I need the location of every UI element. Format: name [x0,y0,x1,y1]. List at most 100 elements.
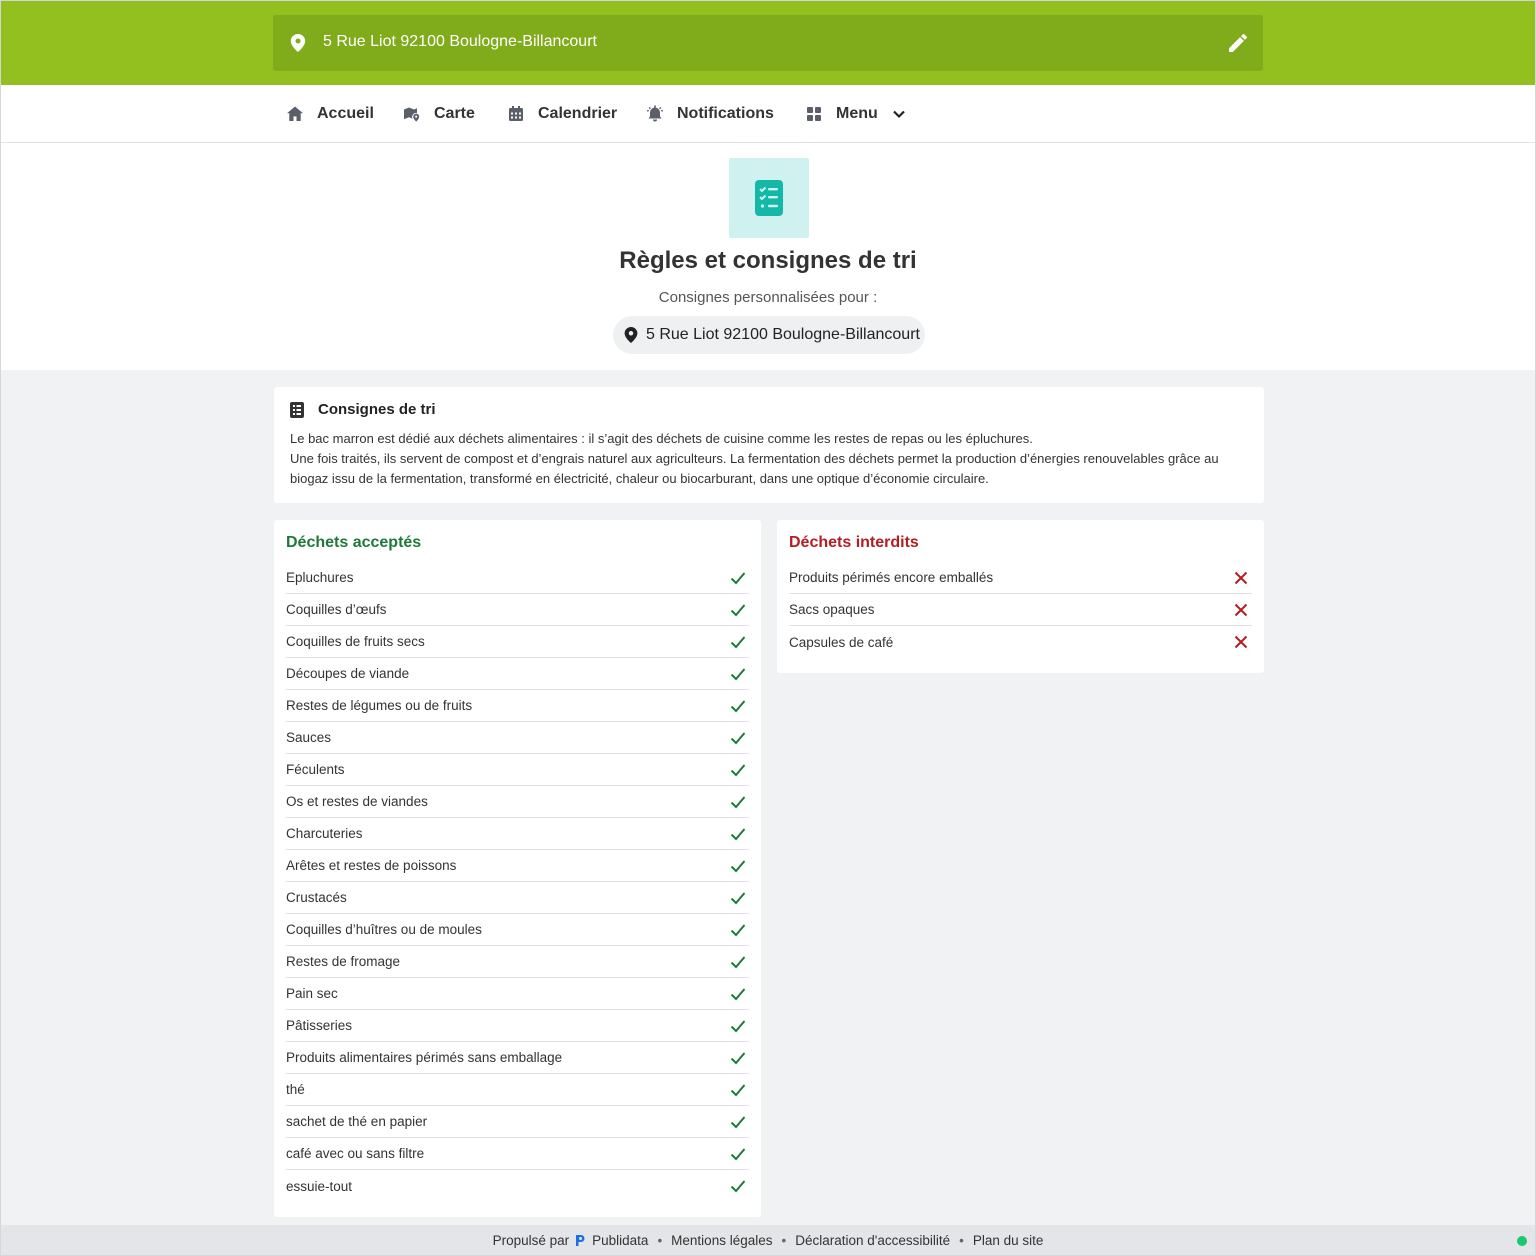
waste-item-label: Produits alimentaires périmés sans embal… [286,1050,563,1065]
nav-item-carte[interactable]: Carte [403,85,475,142]
checkmark-icon [730,827,746,840]
accepted-waste-item: Restes de fromage [286,946,749,978]
waste-item-label: Coquilles d’huîtres ou de moules [286,922,482,937]
accepted-waste-item: Coquilles d’huîtres ou de moules [286,914,749,946]
waste-item-label: Pâtisseries [286,1018,353,1033]
consignes-text: Le bac marron est dédié aux déchets alim… [290,429,1252,489]
main-navigation: Accueil Carte Calendrier Notifications M… [0,85,1536,143]
accepted-waste-item: Sauces [286,722,749,754]
waste-item-label: Sacs opaques [789,602,875,617]
accepted-waste-item: Pâtisseries [286,1010,749,1042]
forbidden-waste-item: Sacs opaques [789,594,1252,626]
nav-label-calendrier: Calendrier [538,104,618,122]
nav-item-notifications[interactable]: Notifications [646,85,774,142]
checkmark-icon [730,795,746,808]
accepted-waste-item: café avec ou sans filtre [286,1138,749,1170]
waste-item-label: Pain sec [286,986,338,1001]
footer-link-accessibility[interactable]: Déclaration d'accessibilité [795,1233,950,1248]
accepted-waste-item: Os et restes de viandes [286,786,749,818]
nav-item-accueil[interactable]: Accueil [286,85,374,142]
footer: Propulsé par Publidata • Mentions légale… [0,1225,1536,1256]
checkmark-icon [730,1019,746,1032]
checkmark-icon [730,1147,746,1160]
waste-item-label: thé [286,1082,305,1097]
accepted-waste-item: thé [286,1074,749,1106]
bell-icon [646,105,664,121]
accepted-waste-item: Arêtes et restes de poissons [286,850,749,882]
forbidden-waste-item: Capsules de café [789,626,1252,658]
checkmark-icon [730,859,746,872]
waste-item-label: café avec ou sans filtre [286,1146,425,1161]
forbidden-waste-item: Produits périmés encore emballés [789,562,1252,594]
nav-label-notifications: Notifications [677,104,774,122]
checkmark-icon [730,987,746,1000]
footer-powered-by: Propulsé par [492,1233,570,1248]
checkmark-icon [730,891,746,904]
nav-item-calendrier[interactable]: Calendrier [507,85,617,142]
checkmark-icon [730,1051,746,1064]
waste-item-label: Crustacés [286,890,347,905]
footer-link-mentions[interactable]: Mentions légales [671,1233,772,1248]
nav-label-menu: Menu [836,104,878,122]
waste-item-label: Capsules de café [789,634,894,650]
checkmark-icon [730,699,746,712]
grid-icon [807,106,821,121]
accepted-waste-item: Charcuteries [286,818,749,850]
checkmark-icon [730,763,746,776]
accepted-waste-item: Restes de légumes ou de fruits [286,690,749,722]
accepted-waste-card: Déchets acceptés Epluchures Coquilles d’œ… [274,520,761,1217]
accepted-waste-title: Déchets acceptés [286,534,422,551]
nav-label-accueil: Accueil [317,104,374,122]
waste-item-label: Féculents [286,762,345,777]
checkmark-icon [730,1180,746,1193]
nav-item-menu[interactable]: Menu [805,85,906,142]
forbidden-waste-card: Déchets interdits Produits périmés encor… [777,520,1264,673]
waste-item-label: Sauces [286,730,332,745]
waste-item-label: Coquilles de fruits secs [286,634,425,649]
footer-link-publidata[interactable]: Publidata [592,1233,648,1248]
waste-item-label: Découpes de viande [286,666,410,681]
calendar-icon [509,105,523,121]
footer-separator: • [657,1233,663,1248]
waste-item-label: Os et restes de viandes [286,794,428,809]
consignes-line-2: Une fois traités, ils servent de compost… [290,451,1219,486]
consignes-title: Consignes de tri [318,401,436,418]
accepted-waste-item: Crustacés [286,882,749,914]
waste-item-label: Restes de légumes ou de fruits [286,698,473,713]
consignes-line-1: Le bac marron est dédié aux déchets alim… [290,431,1033,446]
checklist-icon [729,158,809,238]
checkmark-icon [730,603,746,616]
cross-icon [1234,571,1248,584]
waste-item-label: Arêtes et restes de poissons [286,858,457,873]
accepted-waste-item: Découpes de viande [286,658,749,690]
checkmark-icon [730,571,746,584]
accepted-waste-item: Produits alimentaires périmés sans embal… [286,1042,749,1074]
publidata-logo-icon [576,1235,585,1246]
address-bar[interactable]: 5 Rue Liot 92100 Boulogne-Billancourt [273,15,1263,71]
checkmark-icon [730,955,746,968]
footer-separator: • [781,1233,787,1248]
checkmark-icon [730,1115,746,1128]
document-list-icon [290,401,304,418]
consignes-card: Consignes de tri Le bac marron est dédié… [274,387,1264,503]
page-title: Règles et consignes de tri [619,247,917,274]
address-pill-text: 5 Rue Liot 92100 Boulogne-Billancourt [646,326,920,343]
checkmark-icon [730,1083,746,1096]
accepted-waste-item: essuie-tout [286,1170,749,1202]
forbidden-waste-title: Déchets interdits [789,534,919,551]
page-subtitle: Consignes personnalisées pour : [658,289,878,306]
accepted-waste-item: sachet de thé en papier [286,1106,749,1138]
top-banner: 5 Rue Liot 92100 Boulogne-Billancourt [0,0,1536,85]
home-icon [287,106,303,121]
waste-item-label: Coquilles d’œufs [286,602,387,617]
cross-icon [1234,635,1248,649]
waste-item-label: Epluchures [286,570,354,585]
footer-link-sitemap[interactable]: Plan du site [973,1233,1044,1248]
location-pin-icon [290,34,306,52]
waste-item-label: Charcuteries [286,826,363,841]
edit-pencil-icon[interactable] [1229,34,1247,52]
status-indicator [1517,1236,1527,1246]
map-icon [404,107,420,122]
checkmark-icon [730,923,746,936]
cross-icon [1234,603,1248,616]
